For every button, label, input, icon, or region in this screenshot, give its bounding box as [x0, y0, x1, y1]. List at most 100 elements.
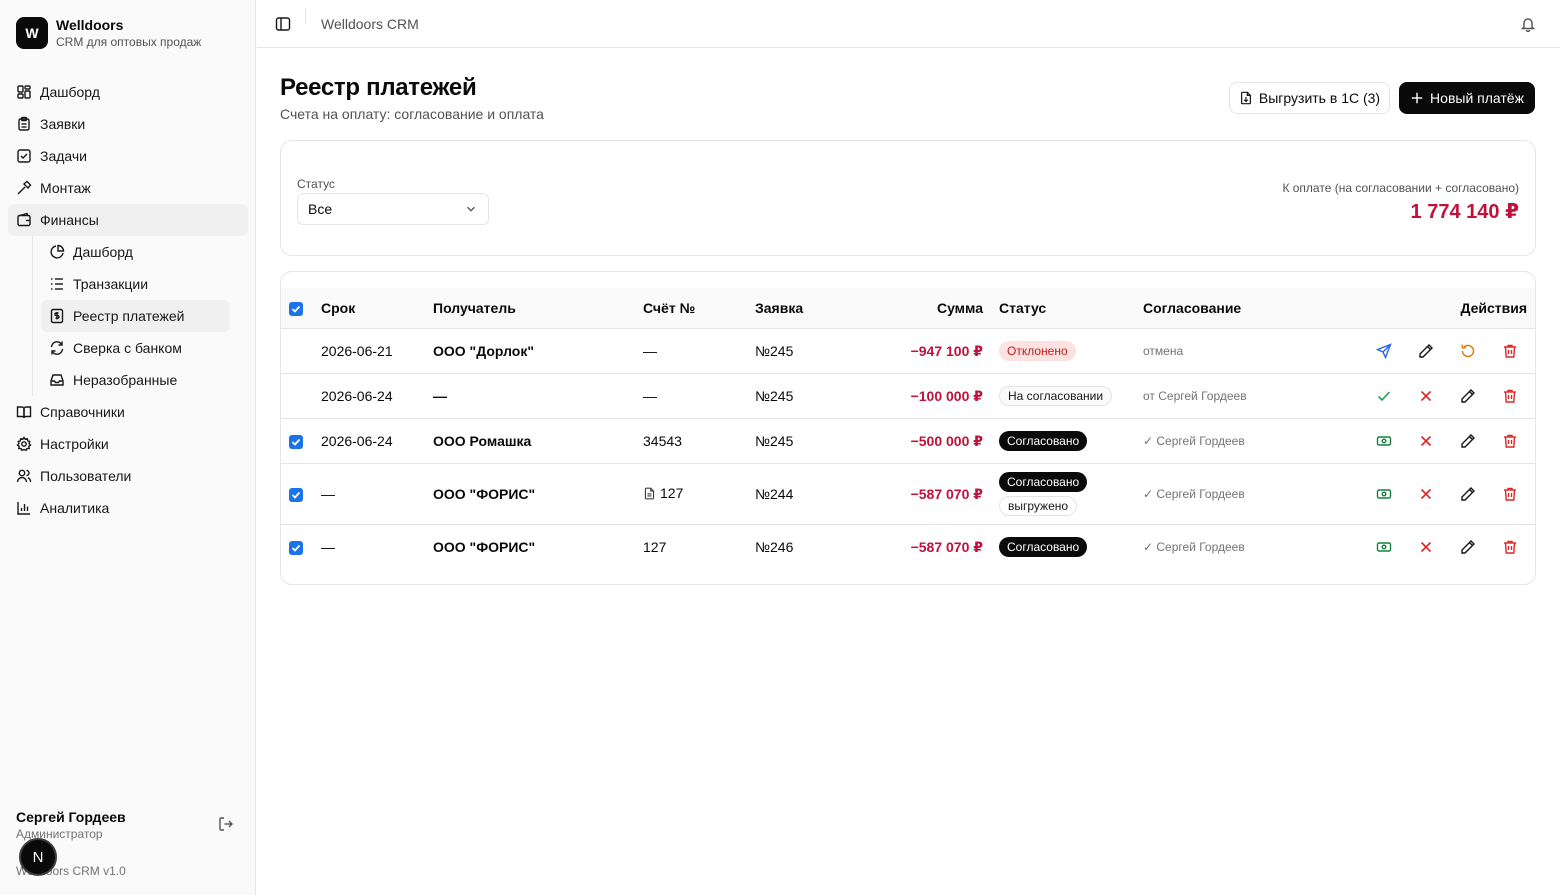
request-number[interactable]: №245 — [755, 343, 793, 359]
edit-icon[interactable] — [1460, 486, 1476, 502]
sidebar-item-finance[interactable]: Финансы — [8, 204, 248, 236]
book-icon — [16, 406, 32, 419]
table-row[interactable]: 2026-06-24 ООО Ромашка 34543 №245 −500 0… — [281, 419, 1535, 464]
status-badge: На согласовании — [999, 386, 1113, 406]
reject-x-icon[interactable] — [1418, 539, 1434, 555]
wallet-icon — [17, 212, 31, 227]
cash-icon[interactable] — [1376, 433, 1392, 449]
column-header-amount[interactable]: Сумма — [873, 300, 983, 316]
approval-info: ✓ Сергей Гордеев — [1143, 540, 1245, 554]
sidebar-item-analytics[interactable]: Аналитика — [8, 492, 248, 524]
check-icon — [291, 305, 301, 313]
reject-x-icon[interactable] — [1418, 388, 1434, 404]
sidebar-subitem-payment-registry[interactable]: Реестр платежей — [41, 300, 230, 332]
trash-icon[interactable] — [1502, 486, 1518, 502]
restore-icon[interactable] — [1460, 343, 1476, 359]
reject-x-icon[interactable] — [1418, 433, 1434, 449]
page-subtitle: Счета на оплату: согласование и оплата — [280, 106, 544, 122]
column-header-invoice[interactable]: Счёт № — [643, 300, 695, 316]
cash-icon[interactable] — [1376, 539, 1392, 555]
column-header-status[interactable]: Статус — [999, 300, 1046, 316]
sidebar-item-settings[interactable]: Настройки — [8, 428, 248, 460]
edit-icon[interactable] — [1460, 433, 1476, 449]
edit-icon[interactable] — [1418, 343, 1434, 359]
trash-icon[interactable] — [1502, 343, 1518, 359]
logout-icon[interactable] — [218, 816, 234, 832]
reject-x-icon[interactable] — [1418, 486, 1434, 502]
sidebar-item-label: Заявки — [40, 116, 86, 132]
amount: −100 000 ₽ — [910, 388, 983, 404]
trash-icon[interactable] — [1502, 539, 1518, 555]
list-icon — [51, 278, 63, 290]
sidebar-toggle-icon[interactable] — [275, 16, 291, 32]
row-checkbox[interactable] — [289, 541, 303, 555]
sidebar-item-label: Финансы — [40, 212, 99, 228]
cash-icon[interactable] — [1376, 486, 1392, 502]
recipient: — — [433, 388, 447, 404]
refresh-icon — [50, 341, 64, 355]
sidebar-item-label: Сверка с банком — [73, 340, 182, 356]
send-icon[interactable] — [1376, 343, 1392, 359]
sidebar-item-installation[interactable]: Монтаж — [8, 172, 248, 204]
sidebar-item-directories[interactable]: Справочники — [8, 396, 248, 428]
sidebar-item-requests[interactable]: Заявки — [8, 108, 248, 140]
column-header-request[interactable]: Заявка — [755, 300, 803, 316]
trash-icon[interactable] — [1502, 388, 1518, 404]
user-name: Сергей Гордеев — [16, 809, 126, 825]
table-row[interactable]: — ООО "ФОРИС" 127 №246 −587 070 ₽ Соглас… — [281, 525, 1535, 570]
recipient: ООО "ФОРИС" — [433, 539, 536, 555]
request-number[interactable]: №246 — [755, 539, 793, 555]
edit-icon[interactable] — [1460, 388, 1476, 404]
sidebar-item-users[interactable]: Пользователи — [8, 460, 248, 492]
select-all-checkbox[interactable] — [289, 302, 303, 316]
total-label: К оплате (на согласовании + согласовано) — [1282, 181, 1519, 195]
status-badge: Согласовано — [999, 472, 1088, 492]
export-1c-button[interactable]: Выгрузить в 1С (3) — [1229, 82, 1390, 114]
approval-info: ✓ Сергей Гордеев — [1143, 487, 1245, 501]
sidebar-item-tasks[interactable]: Задачи — [8, 140, 248, 172]
new-payment-button[interactable]: Новый платёж — [1399, 82, 1535, 114]
filter-card: Статус Все К оплате (на согласовании + с… — [280, 140, 1536, 256]
avatar[interactable]: N — [19, 838, 57, 876]
due-date: 2026-06-21 — [321, 343, 393, 359]
column-header-recipient[interactable]: Получатель — [433, 300, 516, 316]
top-bar: Welldoors CRM — [257, 0, 1560, 48]
amount: −587 070 ₽ — [910, 539, 983, 555]
table-row[interactable]: 2026-06-24 — — №245 −100 000 ₽ На соглас… — [281, 374, 1535, 419]
sidebar-subitem-finance-dashboard[interactable]: Дашборд — [41, 236, 230, 268]
row-checkbox[interactable] — [289, 488, 303, 502]
dashboard-icon — [17, 85, 31, 99]
recipient: ООО "Дорлок" — [433, 343, 535, 359]
column-header-approval[interactable]: Согласование — [1143, 300, 1241, 316]
export-label: Выгрузить в 1С (3) — [1258, 90, 1381, 106]
edit-icon[interactable] — [1460, 539, 1476, 555]
row-checkbox[interactable] — [289, 435, 303, 449]
column-header-due[interactable]: Срок — [321, 300, 355, 316]
sidebar-subitem-bank-reconciliation[interactable]: Сверка с банком — [41, 332, 230, 364]
bell-icon[interactable] — [1520, 16, 1536, 32]
invoice-cell[interactable]: 127 — [643, 485, 683, 501]
recipient: ООО "ФОРИС" — [433, 486, 536, 502]
trash-icon[interactable] — [1502, 433, 1518, 449]
brand-name: Welldoors — [56, 17, 124, 33]
table-header: Срок Получатель Счёт № Заявка Сумма Стат… — [281, 288, 1535, 329]
approve-check-icon[interactable] — [1376, 388, 1392, 404]
request-number[interactable]: №245 — [755, 433, 793, 449]
request-number[interactable]: №244 — [755, 486, 793, 502]
check-icon — [291, 544, 301, 552]
request-number[interactable]: №245 — [755, 388, 793, 404]
brand[interactable]: W Welldoors CRM для оптовых продаж — [16, 16, 201, 50]
due-date: 2026-06-24 — [321, 388, 393, 404]
clipboard-icon — [18, 116, 30, 131]
sidebar-subitem-transactions[interactable]: Транзакции — [41, 268, 230, 300]
table-row[interactable]: 2026-06-21 ООО "Дорлок" — №245 −947 100 … — [281, 329, 1535, 374]
table-row[interactable]: — ООО "ФОРИС" 127 №244 −587 070 ₽ Соглас… — [281, 464, 1535, 525]
plus-icon — [1411, 92, 1423, 104]
invoice-number: 127 — [643, 539, 667, 555]
sidebar-item-dashboard[interactable]: Дашборд — [8, 76, 248, 108]
sidebar-subitem-unsorted[interactable]: Неразобранные — [41, 364, 230, 396]
check-square-icon — [17, 149, 31, 163]
invoice-number: 127 — [660, 485, 684, 501]
status-select[interactable]: Все — [297, 193, 489, 225]
total-value: 1 774 140 ₽ — [1410, 201, 1519, 223]
